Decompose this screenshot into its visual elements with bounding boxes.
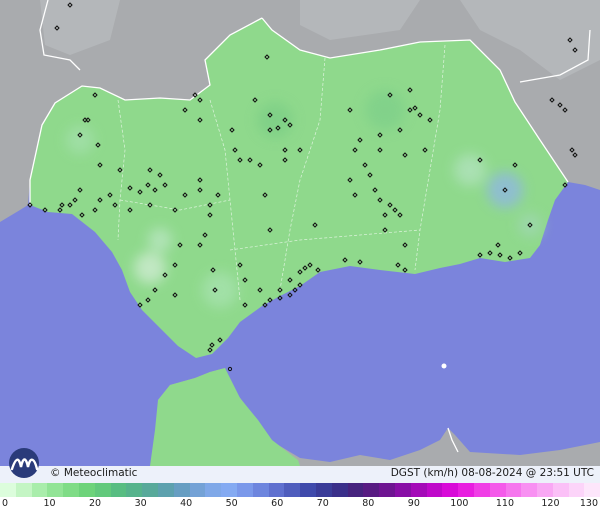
scale-label: 0 <box>2 498 9 509</box>
map-title: DGST (km/h) 08-08-2024 @ 23:51 UTC <box>390 467 594 479</box>
scale-label: 50 <box>225 498 238 509</box>
scale-segment <box>78 483 95 497</box>
scale-segment <box>537 483 553 497</box>
scale-segment <box>31 483 48 497</box>
scale-segment <box>584 483 600 497</box>
map-canvas <box>0 0 600 466</box>
scale-segment <box>315 483 332 497</box>
scale-label: 60 <box>271 498 284 509</box>
scale-segment <box>552 483 569 497</box>
scale-label: 30 <box>134 498 147 509</box>
alboran-island <box>441 363 447 369</box>
scale-segment <box>15 483 32 497</box>
scale-segment <box>94 483 111 497</box>
scale-segment <box>568 483 585 497</box>
scale-segment <box>426 483 443 497</box>
scale-label: 10 <box>43 498 56 509</box>
scale-label: 90 <box>407 498 420 509</box>
scale-segment <box>205 483 222 497</box>
scale-segment <box>252 483 269 497</box>
scale-segment <box>189 483 206 497</box>
meteoclimatic-logo-icon <box>9 448 39 478</box>
scale-segment <box>489 483 506 497</box>
scale-segment <box>236 483 253 497</box>
scale-segment <box>110 483 127 497</box>
scale-segment <box>126 483 143 497</box>
scale-label: 70 <box>316 498 329 509</box>
scale-segment <box>379 483 395 497</box>
scale-segment <box>268 483 285 497</box>
scale-segment <box>473 483 490 497</box>
weather-map: © Meteoclimatic DGST (km/h) 08-08-2024 @… <box>0 0 600 517</box>
scale-label: 100 <box>450 498 469 509</box>
scale-segment <box>458 483 474 497</box>
scale-label: 20 <box>89 498 102 509</box>
scale-segment <box>284 483 301 497</box>
scale-segment <box>142 483 158 497</box>
scale-segment <box>221 483 237 497</box>
scale-segment <box>63 483 79 497</box>
scale-label: 110 <box>495 498 514 509</box>
scale-label: 130 <box>579 498 598 509</box>
scale-segment <box>47 483 64 497</box>
scale-segment <box>505 483 522 497</box>
brand-label: © Meteoclimatic <box>50 467 138 479</box>
scale-label: 120 <box>541 498 560 509</box>
scale-segment <box>0 483 16 497</box>
scale-segment <box>394 483 411 497</box>
scale-segment <box>331 483 348 497</box>
scale-segment <box>442 483 459 497</box>
scale-segment <box>157 483 174 497</box>
scale-segment <box>521 483 538 497</box>
scale-segment <box>363 483 380 497</box>
scale-segment <box>300 483 316 497</box>
scale-segment <box>173 483 190 497</box>
scale-labels: 0 10 20 30 40 50 60 70 80 90 100 110 120 130 <box>0 498 600 512</box>
scale-label: 40 <box>180 498 193 509</box>
scale-segment <box>410 483 427 497</box>
scale-segment <box>347 483 364 497</box>
scale-label: 80 <box>362 498 375 509</box>
color-scale <box>0 483 600 497</box>
